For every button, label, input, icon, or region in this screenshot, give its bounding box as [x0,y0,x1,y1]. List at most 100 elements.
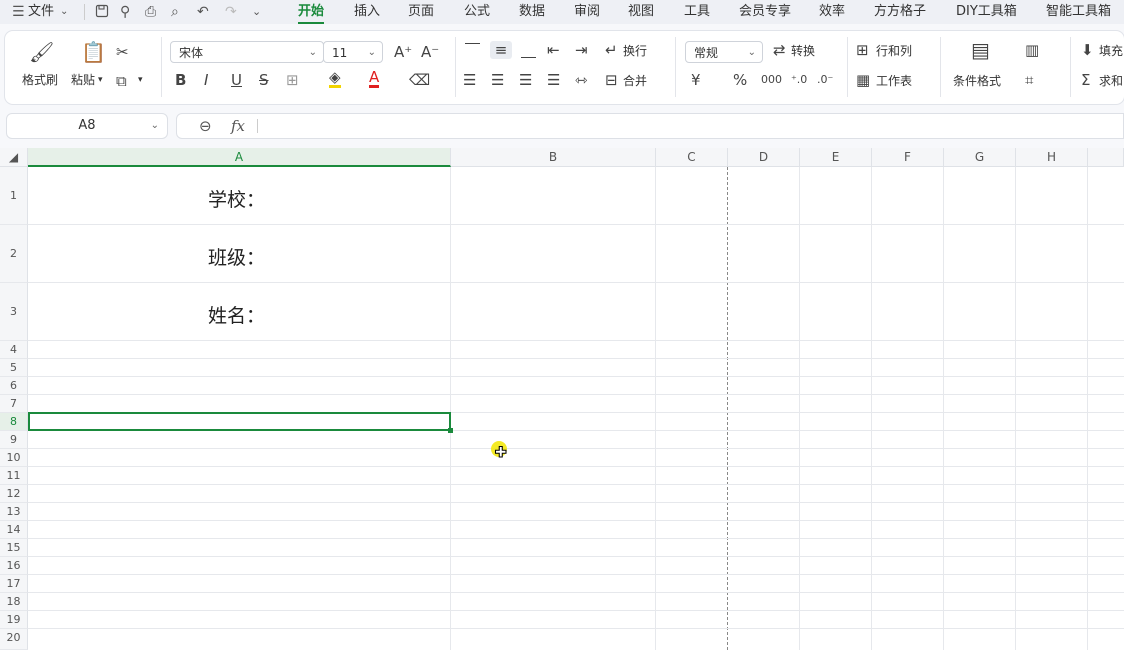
column-header-d[interactable]: D [728,148,800,167]
clear-format-icon[interactable]: ⌫ [409,71,430,89]
tab-insert[interactable]: 插入 [354,0,380,24]
row-header-9[interactable]: 9 [0,431,28,449]
strikethrough-icon[interactable]: S [259,71,269,89]
row-header-5[interactable]: 5 [0,359,28,377]
font-size-select[interactable]: 11 ⌄ [323,41,383,63]
tab-smart-toolbox[interactable]: 智能工具箱 [1046,0,1111,24]
column-header-i[interactable] [1088,148,1124,167]
column-header-c[interactable]: C [656,148,728,167]
worksheet-icon[interactable]: ▦ [856,71,870,89]
row-header-13[interactable]: 13 [0,503,28,521]
row-header-2[interactable]: 2 [0,225,28,283]
row-header-6[interactable]: 6 [0,377,28,395]
share-icon[interactable]: ⚲ [120,0,130,24]
column-header-h[interactable]: H [1016,148,1088,167]
spreadsheet-grid[interactable]: ◢ A B C D E F G H 1 2 3 4 5 6 7 8 9 10 1… [0,148,1124,650]
file-menu-chevron-icon[interactable]: ⌄ [60,0,68,24]
file-menu[interactable]: 文件 [28,0,54,24]
tab-formula[interactable]: 公式 [464,0,490,24]
increase-decimal-icon[interactable]: ⁺.0 [791,71,807,89]
rows-cols-icon[interactable]: ⊞ [856,41,869,59]
sum-icon[interactable]: Σ [1081,71,1090,89]
convert-button[interactable]: 转换 [791,43,815,59]
format-painter-button[interactable]: 格式刷 [22,72,58,88]
convert-icon[interactable]: ⇄ [773,41,786,59]
conditional-format-icon[interactable]: ▤ [971,40,990,60]
tab-diy-toolbox[interactable]: DIY工具箱 [956,0,1017,24]
align-left-icon[interactable]: ☰ [463,71,476,89]
wrap-text-icon[interactable]: ↵ [605,41,618,59]
row-header-8[interactable]: 8 [0,413,28,431]
fill-color-icon[interactable]: ◈ [329,69,341,88]
increase-indent-icon[interactable]: ⇥ [575,41,588,59]
print-icon[interactable]: ⎙ [145,0,156,24]
merge-button[interactable]: 合并 [623,73,647,89]
copy-icon[interactable]: ⧉ [116,72,127,90]
conditional-format-button[interactable]: 条件格式 [953,73,1001,89]
tab-review[interactable]: 审阅 [574,0,600,24]
cell-a3[interactable]: 姓名： [208,301,265,328]
row-header-7[interactable]: 7 [0,395,28,413]
save-icon[interactable] [95,0,109,24]
row-header-17[interactable]: 17 [0,575,28,593]
row-header-15[interactable]: 15 [0,539,28,557]
tab-efficiency[interactable]: 效率 [819,0,845,24]
font-name-select[interactable]: 宋体 ⌄ [170,41,324,63]
font-color-icon[interactable]: A [369,69,380,88]
align-middle-icon[interactable]: ≡ [490,41,512,59]
tab-home[interactable]: 开始 [298,0,325,24]
tab-tools[interactable]: 工具 [684,0,710,24]
align-center-icon[interactable]: ☰ [491,71,504,89]
paste-chevron-icon[interactable]: ▾ [98,72,103,88]
column-header-a[interactable]: A [28,148,451,167]
number-format-select[interactable]: 常规 ⌄ [685,41,763,63]
row-header-11[interactable]: 11 [0,467,28,485]
tab-fangfang[interactable]: 方方格子 [874,0,926,24]
decrease-indent-icon[interactable]: ⇤ [547,41,560,59]
row-header-20[interactable]: 20 [0,629,28,650]
format-painter-icon[interactable]: 🖌 [29,42,54,62]
row-header-1[interactable]: 1 [0,167,28,225]
table-style-icon[interactable]: ⌗ [1025,71,1033,89]
row-header-10[interactable]: 10 [0,449,28,467]
italic-icon[interactable]: I [204,71,208,89]
cell-style-icon[interactable]: ▥ [1025,41,1039,59]
wrap-text-button[interactable]: 换行 [623,43,647,59]
column-header-e[interactable]: E [800,148,872,167]
rows-cols-button[interactable]: 行和列 [876,43,912,59]
column-header-g[interactable]: G [944,148,1016,167]
merge-icon[interactable]: ⊟ [605,71,618,89]
row-header-4[interactable]: 4 [0,341,28,359]
underline-icon[interactable]: U [231,71,242,89]
fill-handle[interactable] [448,428,453,433]
undo-icon[interactable]: ↶ [197,0,209,24]
quick-access-more-icon[interactable]: ⌄ [252,0,261,24]
sum-button[interactable]: 求和 [1099,73,1123,89]
paste-icon[interactable]: 📋 [81,42,106,62]
cell-a1[interactable]: 学校： [208,185,265,212]
redo-icon[interactable]: ↷ [225,0,237,24]
selected-cell-a8[interactable] [28,412,451,431]
row-header-3[interactable]: 3 [0,283,28,341]
column-header-f[interactable]: F [872,148,944,167]
increase-font-icon[interactable]: A⁺ [394,43,412,61]
fx-icon[interactable]: fx [231,114,245,138]
name-box[interactable]: A8 ⌄ [6,113,168,139]
tab-page[interactable]: 页面 [408,0,434,24]
column-header-b[interactable]: B [451,148,656,167]
select-all-corner[interactable]: ◢ [0,148,28,167]
row-header-18[interactable]: 18 [0,593,28,611]
formula-input[interactable]: ⊖ fx [176,113,1124,139]
fill-icon[interactable]: ⬇ [1081,41,1094,59]
zoom-formula-icon[interactable]: ⊖ [199,114,212,138]
percent-icon[interactable]: % [733,71,747,89]
row-header-14[interactable]: 14 [0,521,28,539]
fill-button[interactable]: 填充 [1099,43,1123,59]
row-header-16[interactable]: 16 [0,557,28,575]
worksheet-button[interactable]: 工作表 [876,73,912,89]
bold-icon[interactable]: B [175,71,186,89]
currency-icon[interactable]: ¥ [691,71,701,89]
hamburger-icon[interactable]: ☰ [12,0,25,24]
tab-view[interactable]: 视图 [628,0,654,24]
paste-button[interactable]: 粘贴 [71,72,95,88]
